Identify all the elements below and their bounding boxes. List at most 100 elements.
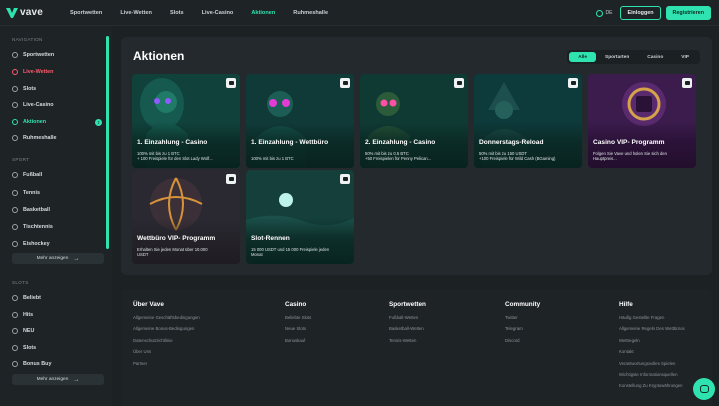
sidebar-scrollbar[interactable] [106,36,109,249]
sidebar-item-label: Tischtennis [23,224,53,230]
sidebar-item-aktionen[interactable]: Aktionen 7 [12,118,104,126]
sidebar-item-ruhmeshalle[interactable]: Ruhmeshalle [12,135,104,141]
footer-link[interactable]: Kontakt [619,349,685,354]
language-label: DE [605,10,613,16]
card-desc-line: USDT [137,252,149,258]
top-nav: Sportwetten Live-Wetten Slots Live-Casin… [70,10,346,16]
sidebar-item-hits[interactable]: Hits [12,312,104,318]
card-title: Casino VIP- Programm [593,139,665,146]
sidebar-item-tischtennis[interactable]: Tischtennis [12,224,104,230]
sidebar-section-slots: SLOTS [12,280,29,285]
footer-link[interactable]: Wettregeln [619,338,685,343]
sidebar-item-neu[interactable]: NEU [12,328,104,334]
footer-link[interactable]: Verantwortungsvolles Spielen [619,361,685,366]
footer: Über Vave Allgemeine Geschäftsbedingunge… [121,289,712,406]
card-title: Donnerstags-Reload [479,139,544,146]
topnav-aktionen[interactable]: Aktionen [251,10,275,16]
footer-link[interactable]: Konstellung Zu Kryptowährungen [619,383,685,388]
show-more-label: Mehr anzeigen [36,377,69,382]
footer-heading: Casino [285,301,307,308]
card-description: Erhalten Sie jeden Monat über 10.000 USD… [137,247,235,258]
cards-icon [12,102,18,108]
sidebar-item-tennis[interactable]: Tennis [12,190,104,196]
promo-card-slot-race[interactable]: Slot-Rennen 15 000 USDT und 15 000 Freis… [246,170,354,264]
card-desc-line: +50 Freispielen für Penny Pelican... [365,156,432,162]
promo-card-sportsbook-vip[interactable]: Wettbüro VIP- Programm Erhalten Sie jede… [132,170,240,264]
footer-link[interactable]: Neue Slots [285,326,311,331]
language-selector[interactable]: DE [595,9,613,17]
footer-link[interactable]: Twitter [505,315,540,320]
logo[interactable]: vave [6,7,54,18]
footer-link[interactable]: Basketball-Wetten [389,326,426,331]
footer-link[interactable]: Datenschutzrichtlinie [133,338,200,343]
card-desc-line: Monat [251,252,263,258]
card-desc-line: +100 Freispiele für Wild Cash (BGaming) [479,156,556,162]
footer-link[interactable]: Wichtigste Informationsquellen [619,372,685,377]
logo-text: vave [20,7,44,18]
tennis-ball-icon [12,190,18,196]
sidebar-item-slots-2[interactable]: Slots [12,345,104,351]
card-description: 100% mit bis zu 1 BTC + 100 Freispiele f… [137,151,235,162]
sidebar-item-sportwetten[interactable]: Sportwetten [12,52,104,58]
footer-link[interactable]: Allgemeine Regeln Des Wettbüros [619,326,685,331]
sidebar-item-beliebt[interactable]: Beliebt [12,295,104,301]
promo-icon [12,119,18,125]
sidebar-item-label: NEU [23,328,35,334]
filter-vip[interactable]: VIP [672,52,698,62]
promo-card-casino-second-deposit[interactable]: 2. Einzahlung - Casino 50% mit bis zu 0.… [360,74,468,168]
footer-link[interactable]: Fußball-Wetten [389,315,426,320]
casino-chip-icon [226,78,236,88]
footer-link[interactable]: Telegram [505,326,540,331]
show-more-slots-button[interactable]: Mehr anzeigen → [12,374,104,385]
card-description: 50% mit bis zu 0.5 BTC +50 Freispielen f… [365,151,463,162]
chat-bubble-icon [699,385,709,393]
topnav-ruhmeshalle[interactable]: Ruhmeshalle [293,10,328,16]
live-chat-button[interactable] [693,378,715,400]
sidebar-item-label: Ruhmeshalle [23,135,57,141]
promo-card-sportsbook-first-deposit[interactable]: 1. Einzahlung - Wettbüro 100% mit bis zu… [246,74,354,168]
footer-link[interactable]: Allgemeine Bonus-Bedingungen [133,326,200,331]
footer-link[interactable]: Bonuskauf [285,338,311,343]
arrow-right-icon: → [73,376,80,383]
filter-casino[interactable]: Casino [638,52,672,62]
slot-icon [12,86,18,92]
sidebar-item-live-casino[interactable]: Live-Casino [12,102,104,108]
show-more-sport-button[interactable]: Mehr anzeigen → [12,253,104,264]
topnav-live-wetten[interactable]: Live-Wetten [120,10,152,16]
filter-sportarten[interactable]: Sportarten [596,52,638,62]
sidebar-item-label: Tennis [23,190,40,196]
promo-card-thursday-reload[interactable]: Donnerstags-Reload 50% mit bis zu 150 US… [474,74,582,168]
footer-link[interactable]: Tennis-Wetten [389,338,426,343]
card-title: 1. Einzahlung - Wettbüro [251,139,329,146]
footer-link[interactable]: Über Uns [133,349,200,354]
sidebar-item-bonus-buy[interactable]: Bonus Buy [12,361,104,367]
promo-card-casino-first-deposit[interactable]: 1. Einzahlung - Casino 100% mit bis zu 1… [132,74,240,168]
topnav-slots[interactable]: Slots [170,10,184,16]
sidebar-item-label: Sportwetten [23,52,55,58]
sidebar-item-fussball[interactable]: Fußball [12,172,104,178]
topnav-live-casino[interactable]: Live-Casino [202,10,234,16]
card-title: Slot-Rennen [251,235,290,242]
footer-column-community: Community Twitter Telegram Discord [505,301,540,349]
card-description: 50% mit bis zu 150 USDT +100 Freispiele … [479,151,577,162]
topnav-sportwetten[interactable]: Sportwetten [70,10,102,16]
sidebar-item-eishockey[interactable]: Eishockey [12,241,104,247]
footer-link[interactable]: Allgemeine Geschäftsbedingungen [133,315,200,320]
footer-link[interactable]: Discord [505,338,540,343]
promo-card-casino-vip[interactable]: Casino VIP- Programm Folgen Sie Vave und… [588,74,696,168]
top-bar: vave Sportwetten Live-Wetten Slots Live-… [0,0,719,26]
sidebar-item-live-wetten[interactable]: Live-Wetten [12,69,104,75]
sidebar-item-basketball[interactable]: Basketball [12,207,104,213]
register-button[interactable]: Registrieren [665,6,711,20]
filter-alle[interactable]: Alle [569,52,596,62]
card-description: 100% mit bis zu 1 BTC [251,156,349,162]
card-title: 2. Einzahlung - Casino [365,139,436,146]
login-button[interactable]: Einloggen [620,6,661,20]
footer-link[interactable]: Häufig Gestellte Fragen [619,315,685,320]
casino-chip-icon [340,174,350,184]
footer-column-hilfe: Hilfe Häufig Gestellte Fragen Allgemeine… [619,301,685,395]
sidebar-item-slots[interactable]: Slots [12,86,104,92]
vave-logo-icon [6,7,18,18]
footer-link[interactable]: Partner [133,361,200,366]
footer-link[interactable]: Beliebte Slots [285,315,311,320]
